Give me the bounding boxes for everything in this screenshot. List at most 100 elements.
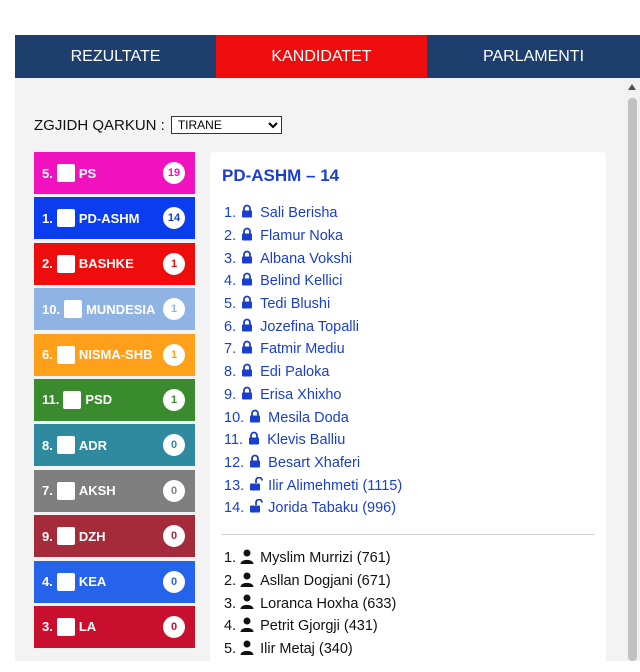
party-name: MUNDESIA (86, 301, 156, 317)
scroll-up-icon[interactable] (628, 84, 636, 90)
elected-item: 6. Jozefina Topalli (224, 315, 402, 338)
party-number: 11. (42, 392, 60, 408)
party-detail-card: PD-ASHM – 14 1. Sali Berisha 2. Flamur Noka… (210, 152, 606, 672)
elected-item: 14. Jorida Tabaku (996) (224, 497, 402, 520)
party-logo-icon (56, 617, 75, 636)
party-name: PS (78, 165, 97, 181)
elected-name[interactable]: Erisa Xhixho (260, 387, 341, 403)
elected-item: 8. Edi Paloka (224, 361, 402, 384)
elected-name[interactable]: Jozefina Topalli (260, 319, 359, 335)
candidate-list: 1. Myslim Murrizi (761) 2. Asllan Dogjani (… (224, 547, 396, 660)
elected-number: 8. (224, 364, 237, 381)
party-number: 7. (42, 483, 53, 499)
elected-number: 14. (224, 500, 245, 517)
party-item[interactable]: 11. PSD 1 (34, 378, 195, 421)
elected-name[interactable]: Flamur Noka (260, 228, 343, 244)
elected-item: 13. Ilir Alimehmeti (1115) (224, 474, 402, 497)
elected-name[interactable]: Edi Paloka (260, 364, 329, 380)
party-number: 1. (42, 210, 53, 226)
party-item[interactable]: 5. PS 19 (34, 152, 195, 194)
elected-number: 11. (224, 432, 244, 449)
party-number: 6. (42, 347, 53, 363)
elected-item: 4. Belind Kellici (224, 270, 402, 293)
party-item[interactable]: 1. PD-ASHM 14 (34, 197, 195, 240)
party-number: 2. (42, 256, 53, 272)
elected-number: 1. (224, 205, 237, 222)
tab-rezultate[interactable]: REZULTATE (15, 35, 216, 78)
elected-name[interactable]: Jorida Tabaku (996) (268, 500, 396, 516)
elected-number: 9. (224, 386, 237, 403)
party-item[interactable]: 2. BASHKE 1 (34, 242, 195, 285)
elected-name[interactable]: Albana Vokshi (260, 251, 352, 267)
lock-icon (240, 250, 255, 268)
region-label: ZGJIDH QARKUN : (34, 116, 165, 134)
party-number: 8. (42, 437, 53, 453)
candidate-number: 3. (224, 595, 237, 612)
elected-name[interactable]: Besart Xhaferi (268, 455, 360, 471)
elected-name[interactable]: Fatmir Mediu (260, 341, 345, 357)
seat-count-badge: 1 (163, 343, 185, 366)
lock-icon (248, 409, 263, 427)
party-detail-title: PD-ASHM – 14 (222, 166, 340, 185)
party-logo-icon (56, 345, 75, 364)
party-logo-icon (56, 527, 75, 546)
lock-icon (240, 340, 255, 358)
scrollbar-thumb[interactable] (628, 98, 637, 661)
elected-name[interactable]: Klevis Balliu (267, 432, 345, 448)
unlock-icon (248, 476, 264, 495)
candidate-name: Myslim Murrizi (761) (260, 550, 391, 567)
seat-count-badge: 0 (163, 615, 185, 638)
party-logo-icon (56, 209, 75, 228)
seat-count-badge: 0 (163, 570, 185, 593)
party-name: NISMA-SHB (78, 347, 153, 363)
elected-number: 3. (224, 250, 237, 267)
party-number: 3. (42, 619, 53, 635)
top-nav: REZULTATE KANDIDATET PARLAMENTI (15, 35, 640, 78)
person-icon (240, 549, 254, 568)
party-logo-icon (56, 436, 75, 455)
lock-icon (240, 363, 255, 381)
party-item[interactable]: 4. KEA 0 (34, 560, 195, 603)
elected-number: 6. (224, 318, 237, 335)
elected-number: 12. (224, 454, 245, 471)
party-logo-icon (56, 254, 75, 273)
party-name: LA (78, 619, 97, 635)
tab-parlamenti[interactable]: PARLAMENTI (427, 35, 640, 78)
candidate-name: Petrit Gjorgji (431) (260, 618, 378, 635)
elected-name[interactable]: Sali Berisha (260, 205, 337, 221)
seat-count-badge: 0 (163, 479, 185, 502)
elected-item: 11. Klevis Balliu (224, 429, 402, 452)
lock-icon (240, 386, 255, 404)
elected-name[interactable]: Mesila Doda (268, 410, 349, 426)
elected-name[interactable]: Ilir Alimehmeti (1115) (268, 478, 402, 494)
candidate-name: Loranca Hoxha (633) (260, 595, 397, 612)
party-list: 5. PS 19 1. PD-ASHM 14 2. BASHKE 1 10. MUNDESIA 1 6.… (34, 152, 195, 651)
party-item[interactable]: 7. AKSH 0 (34, 469, 195, 512)
elected-name[interactable]: Belind Kellici (260, 273, 342, 289)
party-number: 10. (42, 301, 61, 317)
scrollbar[interactable] (625, 78, 640, 661)
elected-item: 7. Fatmir Mediu (224, 338, 402, 361)
party-item[interactable]: 3. LA 0 (34, 605, 195, 648)
lock-icon (240, 295, 255, 313)
elected-name[interactable]: Tedi Blushi (260, 296, 330, 312)
party-item[interactable]: 9. DZH 0 (34, 515, 195, 558)
party-item[interactable]: 6. NISMA-SHB 1 (34, 333, 195, 376)
candidate-number: 2. (224, 573, 237, 590)
candidate-number: 1. (224, 550, 237, 567)
region-select[interactable]: TIRANE (170, 116, 282, 134)
candidate-item: 2. Asllan Dogjani (671) (224, 570, 396, 593)
elected-item: 5. Tedi Blushi (224, 293, 402, 316)
elected-number: 13. (224, 477, 245, 494)
party-item[interactable]: 10. MUNDESIA 1 (34, 288, 195, 331)
region-selector: ZGJIDH QARKUN : TIRANE (34, 116, 282, 134)
party-number: 5. (42, 165, 53, 181)
divider (222, 534, 594, 535)
candidate-item: 5. Ilir Metaj (340) (224, 638, 396, 661)
candidate-name: Asllan Dogjani (671) (260, 573, 391, 590)
party-name: ADR (78, 437, 108, 453)
tab-kandidatet[interactable]: KANDIDATET (216, 35, 427, 78)
lock-icon (240, 272, 255, 290)
party-logo-icon (64, 300, 83, 319)
party-item[interactable]: 8. ADR 0 (34, 424, 195, 467)
